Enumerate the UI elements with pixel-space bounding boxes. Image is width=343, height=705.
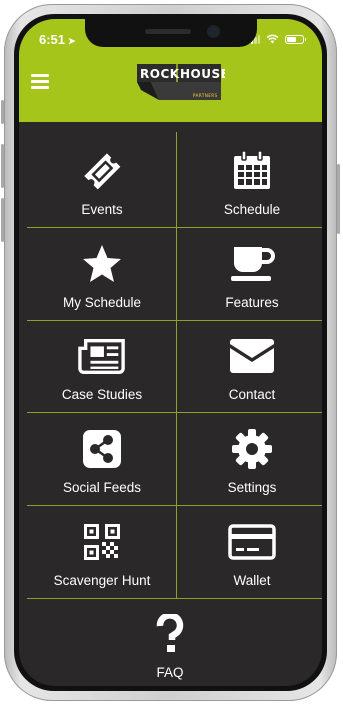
menu-grid: Events Schedule My Schedule Features Cas… xyxy=(19,122,322,686)
menu-item-wallet[interactable]: Wallet xyxy=(177,507,322,599)
envelope-icon xyxy=(228,335,276,377)
menu-item-label: Events xyxy=(81,202,123,217)
phone-bezel: 6:51 ➤ ROCK HOUSE PARTNERS Events Schedu… xyxy=(14,14,327,691)
star-icon xyxy=(78,243,126,285)
volume-up-button xyxy=(1,144,4,188)
ticket-icon xyxy=(78,150,126,192)
svg-text:HOUSE: HOUSE xyxy=(180,67,225,81)
status-time: 6:51 ➤ xyxy=(39,32,76,47)
power-button xyxy=(337,164,340,234)
menu-item-label: FAQ xyxy=(156,665,184,680)
menu-item-scavenger-hunt[interactable]: Scavenger Hunt xyxy=(27,507,177,599)
menu-item-label: Settings xyxy=(227,480,277,495)
menu-item-events[interactable]: Events xyxy=(27,136,177,228)
menu-item-contact[interactable]: Contact xyxy=(177,321,322,413)
wifi-icon xyxy=(266,34,279,44)
svg-text:ROCK: ROCK xyxy=(140,67,180,81)
front-camera xyxy=(209,27,218,36)
menu-item-schedule[interactable]: Schedule xyxy=(177,136,322,228)
calendar-icon xyxy=(228,150,276,192)
earpiece-speaker xyxy=(145,29,191,34)
menu-item-case-studies[interactable]: Case Studies xyxy=(27,321,177,413)
app-screen: 6:51 ➤ ROCK HOUSE PARTNERS Events Schedu… xyxy=(19,19,322,686)
menu-item-settings[interactable]: Settings xyxy=(177,414,322,506)
menu-item-label: Wallet xyxy=(233,573,271,588)
newspaper-icon xyxy=(78,335,126,377)
menu-item-label: Features xyxy=(225,295,279,310)
gear-icon xyxy=(228,428,276,470)
menu-item-features[interactable]: Features xyxy=(177,229,322,321)
share-icon xyxy=(78,428,126,470)
mute-switch xyxy=(1,100,4,124)
menu-item-label: Scavenger Hunt xyxy=(53,573,151,588)
rock-house-logo: ROCK HOUSE PARTNERS xyxy=(137,64,225,100)
menu-item-social-feeds[interactable]: Social Feeds xyxy=(27,414,177,506)
menu-item-label: My Schedule xyxy=(62,295,142,310)
menu-item-label: Social Feeds xyxy=(62,480,142,495)
location-arrow-icon: ➤ xyxy=(68,36,76,46)
menu-item-faq[interactable]: FAQ xyxy=(95,599,245,686)
credit-card-icon xyxy=(228,521,276,563)
app-header: 6:51 ➤ ROCK HOUSE PARTNERS xyxy=(19,19,322,122)
hamburger-menu-icon[interactable] xyxy=(31,74,49,89)
phone-frame: 6:51 ➤ ROCK HOUSE PARTNERS Events Schedu… xyxy=(1,4,340,701)
menu-item-label: Schedule xyxy=(223,202,281,217)
coffee-cup-icon xyxy=(228,243,276,285)
battery-icon xyxy=(285,34,306,44)
menu-item-label: Case Studies xyxy=(61,387,143,402)
svg-text:PARTNERS: PARTNERS xyxy=(193,93,218,98)
notch xyxy=(85,19,257,47)
qr-code-icon xyxy=(78,521,126,563)
menu-item-my-schedule[interactable]: My Schedule xyxy=(27,229,177,321)
menu-item-label: Contact xyxy=(228,387,276,402)
question-mark-icon xyxy=(146,613,194,655)
volume-down-button xyxy=(1,198,4,242)
